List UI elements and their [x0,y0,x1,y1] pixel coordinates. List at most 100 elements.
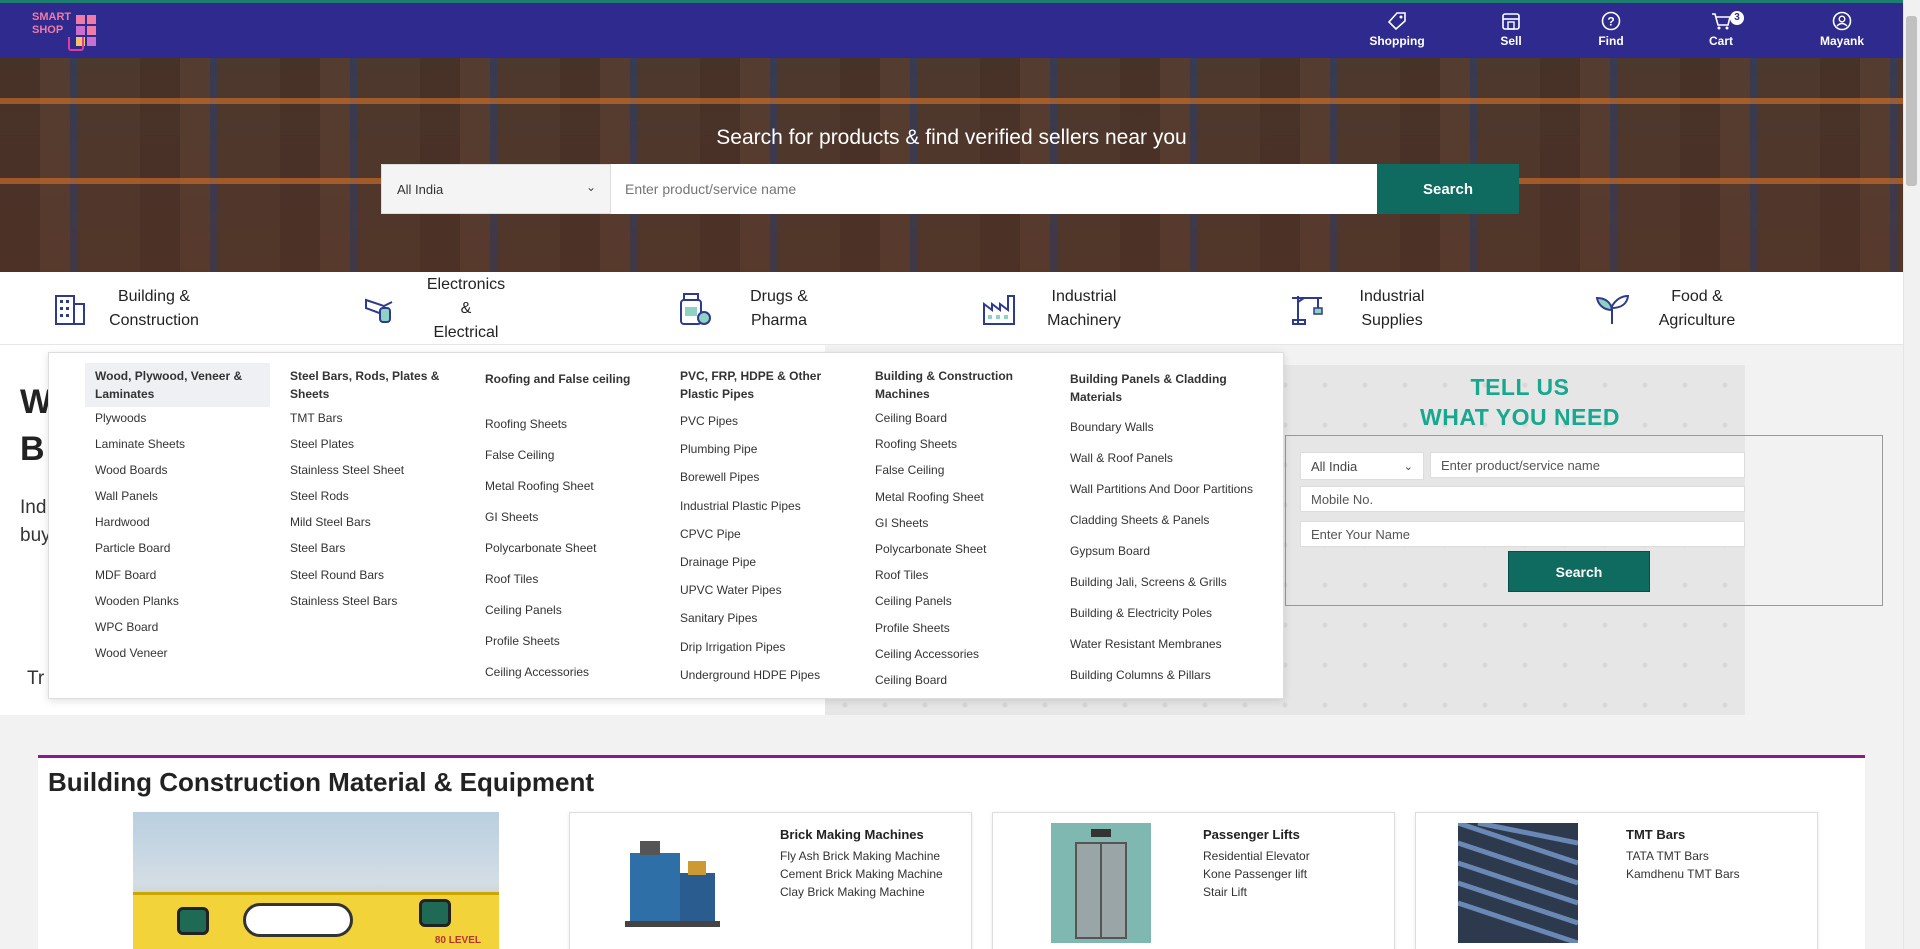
mega-menu-column: Steel Bars, Rods, Plates & Sheets TMT Ba… [280,363,465,608]
mega-menu-item[interactable]: UPVC Water Pipes [670,583,855,597]
mega-menu-item[interactable]: Building & Electricity Poles [1060,606,1275,620]
scrollbar-thumb[interactable] [1906,16,1917,186]
mega-menu-item[interactable]: Steel Round Bars [280,568,465,582]
mega-menu-item[interactable]: Profile Sheets [475,634,660,648]
mega-menu-item[interactable]: Roofing Sheets [475,417,660,431]
mega-menu-item[interactable]: Profile Sheets [865,621,1050,635]
mega-menu-item[interactable]: Water Resistant Membranes [1060,637,1275,651]
mega-menu-list: Ceiling Board Roofing Sheets False Ceiling… [865,411,1050,687]
product-card-tmt-bars[interactable]: TMT Bars TATA TMT Bars Kamdhenu TMT Bars [1415,812,1818,949]
mega-menu-item[interactable]: Borewell Pipes [670,470,855,484]
tell-us-product-input[interactable]: Enter product/service name [1430,452,1745,478]
mega-menu-item[interactable]: Plumbing Pipe [670,442,855,456]
smart-shop-logo[interactable]: SMART SHOP [30,9,110,59]
mega-menu-item[interactable]: Underground HDPE Pipes [670,668,855,682]
mega-menu-item[interactable]: Industrial Plastic Pipes [670,499,855,513]
mega-menu-item[interactable]: False Ceiling [475,448,660,462]
location-select[interactable]: All India ⌄ [381,164,611,214]
mega-menu-heading[interactable]: Building & Construction Machines [865,363,1050,407]
mega-menu-item[interactable]: Laminate Sheets [85,437,270,451]
mega-menu-item[interactable]: Stainless Steel Sheet [280,463,465,477]
mega-menu-item[interactable]: Polycarbonate Sheet [475,541,660,555]
product-card-link[interactable]: Stair Lift [1203,885,1247,899]
mega-menu-item[interactable]: Polycarbonate Sheet [865,542,1050,556]
nav-sell[interactable]: Sell [1466,11,1556,48]
nav-cart[interactable]: 3 Cart [1676,11,1766,48]
mega-menu-heading[interactable]: Roofing and False ceiling [475,363,660,407]
spirit-level-image[interactable]: 80 LEVEL [133,812,499,949]
mega-menu-item[interactable]: Ceiling Panels [475,603,660,617]
mega-menu-heading[interactable]: Steel Bars, Rods, Plates & Sheets [280,363,465,407]
product-search-input[interactable] [611,164,1377,214]
mega-menu-item[interactable]: Wood Boards [85,463,270,477]
mega-menu-item[interactable]: Stainless Steel Bars [280,594,465,608]
mega-menu-item[interactable]: Roofing Sheets [865,437,1050,451]
store-icon [1502,13,1520,30]
page-scrollbar[interactable] [1903,0,1920,949]
mega-menu-item[interactable]: Roof Tiles [865,568,1050,582]
product-card-passenger-lifts[interactable]: Passenger Lifts Residential Elevator Kon… [992,812,1395,949]
mega-menu-item[interactable]: Ceiling Accessories [865,647,1050,661]
sprout-icon [1595,294,1630,324]
mega-menu-item[interactable]: MDF Board [85,568,270,582]
product-card-title: Passenger Lifts [1203,827,1300,842]
mega-menu-item[interactable]: Mild Steel Bars [280,515,465,529]
mega-menu-item[interactable]: PVC Pipes [670,414,855,428]
mega-menu-item[interactable]: Cladding Sheets & Panels [1060,513,1275,527]
chevron-down-icon: ⌄ [1403,461,1413,473]
product-card-link[interactable]: Cement Brick Making Machine [780,867,943,881]
mega-menu-item[interactable]: Gypsum Board [1060,544,1275,558]
mega-menu-item[interactable]: Roof Tiles [475,572,660,586]
mega-menu-item[interactable]: Steel Plates [280,437,465,451]
mega-menu-item[interactable]: Drainage Pipe [670,555,855,569]
mega-menu-heading[interactable]: PVC, FRP, HDPE & Other Plastic Pipes [670,363,855,407]
product-card-link[interactable]: TATA TMT Bars [1626,849,1709,863]
mega-menu-item[interactable]: Wall Panels [85,489,270,503]
mega-menu-item[interactable]: Ceiling Board [865,673,1050,687]
mega-menu-item[interactable]: Ceiling Panels [865,594,1050,608]
mega-menu-item[interactable]: Plywoods [85,411,270,425]
mega-menu-item[interactable]: Wooden Planks [85,594,270,608]
mega-menu-item[interactable]: Wall & Roof Panels [1060,451,1275,465]
mega-menu-item[interactable]: Wood Veneer [85,646,270,660]
mega-menu-item[interactable]: Ceiling Board [865,411,1050,425]
mega-menu-item[interactable]: Ceiling Accessories [475,665,660,679]
mega-menu-item[interactable]: GI Sheets [475,510,660,524]
product-card-link[interactable]: Kamdhenu TMT Bars [1626,867,1740,881]
nav-user[interactable]: Mayank [1797,11,1887,48]
nav-find[interactable]: ? Find [1566,11,1656,48]
nav-shopping[interactable]: Shopping [1352,11,1442,48]
mega-menu-item[interactable]: Sanitary Pipes [670,611,855,625]
product-card-link[interactable]: Clay Brick Making Machine [780,885,925,899]
mega-menu-item[interactable]: TMT Bars [280,411,465,425]
tell-us-search-button[interactable]: Search [1508,551,1650,592]
mega-menu-item[interactable]: Drip Irrigation Pipes [670,640,855,654]
product-card-link[interactable]: Kone Passenger lift [1203,867,1307,881]
tag-icon [1387,12,1406,31]
tell-us-name-input[interactable]: Enter Your Name [1300,521,1745,547]
product-card-link[interactable]: Residential Elevator [1203,849,1310,863]
mega-menu-item[interactable]: Particle Board [85,541,270,555]
tell-us-mobile-input[interactable]: Mobile No. [1300,486,1745,512]
mega-menu-item[interactable]: Wall Partitions And Door Partitions [1060,482,1275,496]
mega-menu-item[interactable]: Metal Roofing Sheet [865,490,1050,504]
mega-menu-heading[interactable]: Wood, Plywood, Veneer & Laminates [85,363,270,407]
mega-menu-item[interactable]: False Ceiling [865,463,1050,477]
hero-search-button[interactable]: Search [1377,164,1519,214]
mega-menu-item[interactable]: Building Columns & Pillars [1060,668,1275,682]
category-label: Electronics & Electrical [426,276,506,341]
mega-menu-item[interactable]: Building Jali, Screens & Grills [1060,575,1275,589]
mega-menu-item[interactable]: Boundary Walls [1060,420,1275,434]
product-card-brick-machines[interactable]: Brick Making Machines Fly Ash Brick Maki… [569,812,972,949]
tell-us-location-select[interactable]: All India ⌄ [1300,452,1424,480]
mega-menu-item[interactable]: Metal Roofing Sheet [475,479,660,493]
mega-menu-heading[interactable]: Building Panels & Cladding Materials [1060,363,1275,410]
mega-menu-item[interactable]: Hardwood [85,515,270,529]
mega-menu-item[interactable]: Steel Rods [280,489,465,503]
mega-menu-item[interactable]: GI Sheets [865,516,1050,530]
product-card-link[interactable]: Fly Ash Brick Making Machine [780,849,940,863]
mega-menu-item[interactable]: WPC Board [85,620,270,634]
category-label: Building & Construction [109,288,199,329]
mega-menu-item[interactable]: Steel Bars [280,541,465,555]
mega-menu-item[interactable]: CPVC Pipe [670,527,855,541]
